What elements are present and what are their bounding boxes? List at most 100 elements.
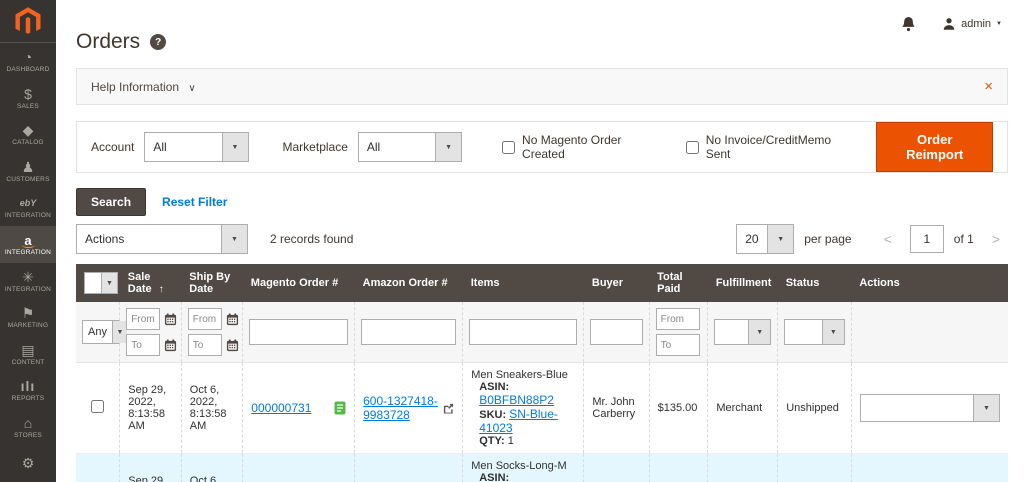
calendar-icon[interactable]: [164, 338, 177, 352]
integration-icon: ✳: [22, 268, 34, 285]
content-icon: ▤: [21, 341, 35, 358]
calendar-icon[interactable]: [226, 338, 239, 352]
items-filter-input[interactable]: [469, 319, 578, 345]
magento-order-filter-input[interactable]: [249, 319, 349, 345]
search-button[interactable]: Search: [76, 188, 147, 216]
sale-date-from-input[interactable]: [126, 308, 161, 330]
table-header-row: ▼ Sale Date ↑ Ship By Date Magento Order…: [76, 264, 1008, 302]
help-information-bar: Help Information ∨ ×: [76, 68, 1008, 105]
app-window: ◔ DASHBOARD $ SALES ◆ CATALOG ♟ CUSTOMER…: [0, 0, 1024, 482]
total-paid-to-input[interactable]: [655, 334, 700, 356]
grid-toolbar: Actions ▼ 2 records found 20 ▼ per page …: [76, 224, 1008, 254]
column-magento-order[interactable]: Magento Order #: [242, 264, 355, 302]
no-invoice-checkbox[interactable]: No Invoice/CreditMemo Sent: [685, 133, 839, 161]
sidebar-item-ebay-integration[interactable]: ebY INTEGRATION: [0, 190, 56, 227]
item-name: Men Sneakers-Blue: [471, 369, 568, 381]
column-items[interactable]: Items: [462, 264, 584, 302]
calendar-icon[interactable]: [226, 312, 239, 326]
page-number-input[interactable]: [909, 225, 944, 253]
sidebar-item-catalog[interactable]: ◆ CATALOG: [0, 117, 56, 154]
help-information-toggle[interactable]: Help Information ∨: [91, 80, 196, 94]
column-total-paid[interactable]: Total Paid: [649, 264, 708, 302]
marketplace-label: Marketplace: [282, 140, 348, 154]
row-checkbox[interactable]: [91, 400, 105, 413]
sidebar-item-reports[interactable]: ılı REPORTS: [0, 372, 56, 409]
ship-by-to-input[interactable]: [187, 334, 222, 356]
notifications-bell-icon[interactable]: [901, 16, 916, 32]
calendar-icon[interactable]: [164, 312, 177, 326]
row-actions-select[interactable]: ▼: [859, 394, 1000, 422]
per-page-select[interactable]: 20 ▼: [736, 224, 795, 254]
filter-panel: Account All ▼ Marketplace All ▼ No Magen…: [76, 121, 1008, 173]
ship-by-date-cell: Oct 6, 2022, 8:13:58 AM: [180, 362, 243, 454]
checkbox[interactable]: [502, 140, 516, 154]
sidebar-item-content[interactable]: ▤ CONTENT: [0, 336, 56, 373]
caret-down-icon: ▼: [435, 133, 462, 161]
checkbox[interactable]: [685, 140, 699, 154]
help-icon[interactable]: ?: [150, 34, 167, 50]
total-paid-from-input[interactable]: [655, 308, 700, 330]
previous-page-icon[interactable]: <: [876, 231, 900, 247]
sidebar-item-stores[interactable]: ⌂ STORES: [0, 409, 56, 446]
column-fulfillment[interactable]: Fulfillment: [707, 264, 778, 302]
magento-logo-icon[interactable]: [0, 0, 56, 44]
status-filter-select[interactable]: ▼: [784, 319, 845, 345]
topbar: admin ▼: [76, 0, 1008, 34]
reset-filter-link[interactable]: Reset Filter: [162, 195, 227, 209]
sidebar-item-marketing[interactable]: ⚑ MARKETING: [0, 299, 56, 336]
stores-icon: ⌂: [23, 414, 33, 431]
select-all-dropdown[interactable]: ▼: [84, 272, 118, 294]
sidebar-item-sales[interactable]: $ SALES: [0, 80, 56, 117]
sale-date-to-input[interactable]: [126, 334, 161, 356]
magento-order-link[interactable]: 000000731: [251, 401, 311, 415]
sidebar-item-integration[interactable]: ✳ INTEGRATION: [0, 263, 56, 300]
next-page-icon[interactable]: >: [984, 231, 1008, 247]
amazon-order-filter-input[interactable]: [361, 319, 457, 345]
amazon-order-link[interactable]: 600-1327418-9983728: [363, 394, 438, 422]
search-row: Search Reset Filter: [76, 188, 1008, 216]
fulfillment-filter-select[interactable]: ▼: [714, 319, 772, 345]
actions-select[interactable]: Actions ▼: [76, 224, 248, 254]
table-filter-row: Any ▼ From To From To From To ▼ ▼: [76, 302, 1008, 363]
caret-down-icon: ▼: [767, 225, 794, 253]
order-row: Sep 29, 2022, 8:13:58 AM Oct 6, 2022, 8:…: [76, 362, 1008, 454]
admin-menu[interactable]: admin ▼: [942, 17, 1002, 31]
sidebar-item-settings[interactable]: ⚙: [0, 445, 56, 482]
page-total: of 1: [953, 232, 974, 246]
page-title: Orders: [76, 30, 141, 53]
column-ship-by-date[interactable]: Ship By Date: [181, 264, 243, 302]
sort-ascending-icon: ↑: [158, 284, 164, 295]
main-content: admin ▼ Orders ? Help Information ∨ × Ac…: [56, 0, 1024, 482]
order-reimport-button[interactable]: Order Reimport: [876, 122, 994, 172]
gear-icon: ⚙: [21, 455, 35, 472]
any-filter-select[interactable]: Any ▼: [82, 320, 128, 344]
no-magento-order-checkbox[interactable]: No Magento Order Created: [502, 133, 648, 161]
fulfillment-cell: Merchant: [707, 362, 778, 454]
marketplace-select[interactable]: All ▼: [357, 132, 463, 162]
caret-down-icon: ▼: [821, 320, 844, 344]
column-status[interactable]: Status: [777, 264, 852, 302]
column-amazon-order[interactable]: Amazon Order #: [354, 264, 463, 302]
external-link-icon[interactable]: [443, 403, 454, 414]
asin-link[interactable]: B0BFBN88P2: [479, 393, 554, 407]
sidebar-item-customers[interactable]: ♟ CUSTOMERS: [0, 153, 56, 190]
account-select[interactable]: All ▼: [144, 132, 249, 162]
ship-by-from-input[interactable]: [187, 308, 222, 330]
caret-down-icon: ▼: [111, 321, 127, 343]
status-cell: Unshipped: [777, 362, 852, 454]
buyer-filter-input[interactable]: [590, 319, 643, 345]
sidebar: ◔ DASHBOARD $ SALES ◆ CATALOG ♟ CUSTOMER…: [0, 0, 56, 482]
order-row: Sep 29, 2022, 8:07:38 AM Oct 6, 2022, 8:…: [76, 453, 1008, 482]
invoice-status-icon: [334, 401, 346, 415]
sale-date-cell: Sep 29, 2022, 8:13:58 AM: [119, 362, 182, 454]
column-sale-date[interactable]: Sale Date ↑: [119, 264, 182, 302]
sidebar-item-dashboard[interactable]: ◔ DASHBOARD: [0, 43, 56, 80]
column-buyer[interactable]: Buyer: [583, 264, 650, 302]
total-paid-cell: $135.00: [648, 362, 708, 454]
caret-down-icon: ▼: [221, 225, 247, 253]
sidebar-item-amazon-integration[interactable]: a INTEGRATION: [0, 226, 56, 263]
pagination: 20 ▼ per page < of 1 >: [736, 224, 1008, 254]
close-icon[interactable]: ×: [984, 79, 993, 94]
buyer-cell: Mr. John Carberry: [583, 362, 650, 454]
catalog-icon: ◆: [22, 122, 34, 139]
